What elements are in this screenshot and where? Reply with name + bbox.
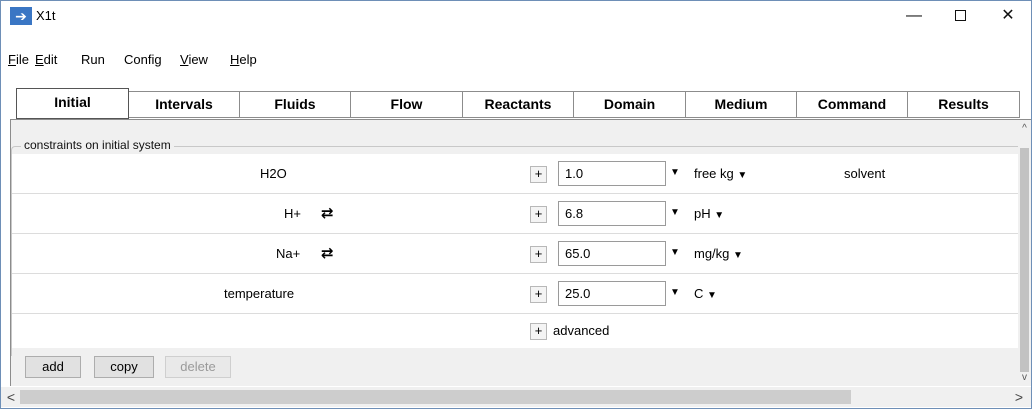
vertical-scroll-thumb[interactable] [1020,148,1029,372]
group-title: constraints on initial system [21,138,174,152]
menu-help-label: elp [239,52,257,67]
unit-select[interactable]: free kg ▼ [694,166,747,181]
constraint-row-h-plus: H+ ⇄ + 6.8 ▼ pH ▼ [12,194,1019,234]
menu-edit[interactable]: Edit [35,52,57,67]
value-field[interactable]: 25.0 [558,281,666,306]
menu-run-label: Run [81,52,105,67]
copy-button[interactable]: copy [94,356,154,378]
constraint-row-temperature: temperature + 25.0 ▼ C ▼ [12,274,1019,314]
scroll-down-icon[interactable]: v [1018,372,1031,386]
scroll-left-icon[interactable]: < [3,389,19,405]
advanced-plus-button[interactable]: + [530,323,547,340]
tab-reactants[interactable]: Reactants [462,91,574,118]
menu-view-label: iew [188,52,208,67]
horizontal-scrollbar[interactable]: < > [1,387,1031,407]
menu-edit-label: dit [43,52,58,67]
value-dropdown-icon[interactable]: ▼ [670,287,680,298]
app-window: ➔ X1t — ✕ File Edit Run Config View Help… [0,0,1032,409]
value-dropdown-icon[interactable]: ▼ [670,167,680,178]
menu-file-accel: F [8,52,16,67]
maximize-icon [954,10,966,22]
value-field[interactable]: 65.0 [558,241,666,266]
tab-command[interactable]: Command [796,91,908,118]
close-button[interactable]: ✕ [985,1,1031,31]
expand-plus-button[interactable]: + [530,166,547,183]
menu-file[interactable]: File [8,52,29,67]
expand-plus-button[interactable]: + [530,206,547,223]
menu-help-accel: H [230,52,240,67]
value-dropdown-icon[interactable]: ▼ [670,207,680,218]
tab-medium[interactable]: Medium [685,91,797,118]
constraint-row-na-plus: Na+ ⇄ + 65.0 ▼ mg/kg ▼ [12,234,1019,274]
row-note: solvent [844,166,886,181]
advanced-label[interactable]: advanced [553,323,609,338]
tab-results[interactable]: Results [907,91,1020,118]
value-field[interactable]: 6.8 [558,201,666,226]
window-title: X1t [36,8,56,23]
unit-select[interactable]: mg/kg ▼ [694,246,743,261]
species-label: temperature [224,286,295,301]
menu-config[interactable]: Config [124,52,162,67]
unit-label: free kg [694,166,734,181]
menu-bar: File Edit Run Config View Help [1,48,1031,70]
minimize-button[interactable]: — [891,1,937,31]
unit-select[interactable]: pH ▼ [694,206,724,221]
tab-bar: Initial Intervals Fluids Flow Reactants … [1,79,1031,121]
unit-label: mg/kg [694,246,730,261]
swap-icon[interactable]: ⇄ [321,244,334,262]
tab-initial[interactable]: Initial [16,88,129,119]
menu-help[interactable]: Help [230,52,257,67]
arrow-right-icon: ➔ [10,7,32,25]
tab-domain[interactable]: Domain [573,91,686,118]
menu-run[interactable]: Run [81,52,105,67]
species-label: H+ [284,206,301,221]
menu-config-label: Config [124,52,162,67]
delete-button[interactable]: delete [165,356,231,378]
horizontal-scroll-thumb[interactable] [20,390,851,404]
unit-dropdown-icon: ▼ [737,170,748,181]
unit-dropdown-icon: ▼ [733,250,743,261]
scroll-right-icon[interactable]: > [1011,389,1027,405]
value-field[interactable]: 1.0 [558,161,666,186]
species-label: Na+ [276,246,301,261]
vertical-scrollbar[interactable]: ^ v [1018,120,1031,386]
expand-plus-button[interactable]: + [530,246,547,263]
tab-fluids[interactable]: Fluids [239,91,351,118]
constraint-row-h2o: H2O + 1.0 ▼ free kg ▼ solvent [12,154,1019,194]
unit-label: pH [694,206,711,221]
scroll-up-icon[interactable]: ^ [1018,123,1031,137]
maximize-button[interactable] [937,1,983,31]
unit-select[interactable]: C ▼ [694,286,717,301]
species-label: H2O [260,166,287,181]
menu-file-label: ile [15,52,29,67]
title-bar: ➔ X1t — ✕ [1,1,1031,31]
tab-flow[interactable]: Flow [350,91,463,118]
menu-view[interactable]: View [180,52,208,67]
value-dropdown-icon[interactable]: ▼ [670,247,680,258]
unit-dropdown-icon: ▼ [707,290,717,301]
add-button[interactable]: add [25,356,81,378]
expand-plus-button[interactable]: + [530,286,547,303]
tab-intervals[interactable]: Intervals [128,91,240,118]
advanced-row: + advanced [12,314,1019,348]
unit-dropdown-icon: ▼ [714,210,725,221]
button-bar: add copy delete [12,349,1019,379]
unit-label: C [694,286,704,301]
menu-edit-accel: E [35,52,44,67]
swap-icon[interactable]: ⇄ [321,204,334,222]
